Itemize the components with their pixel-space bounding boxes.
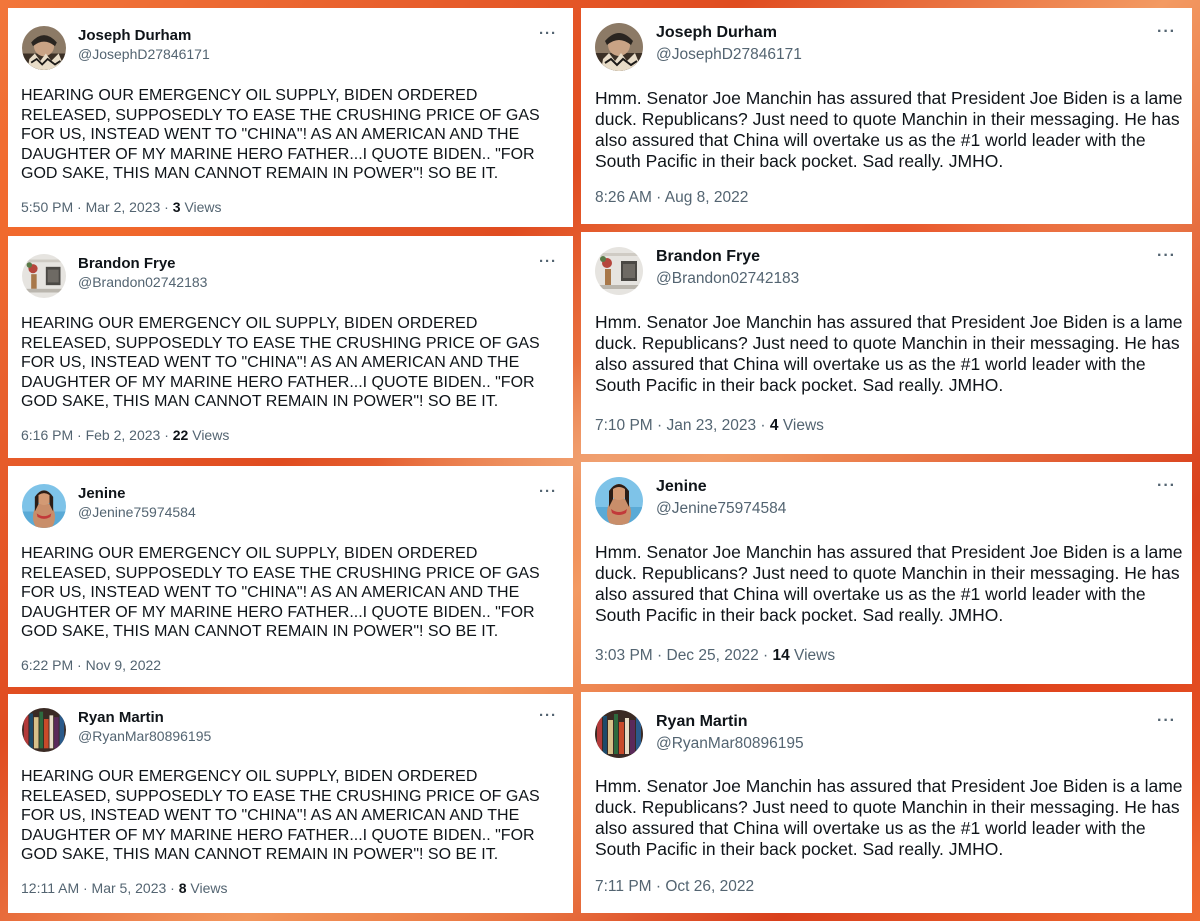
more-options-icon[interactable]: ··· [539,484,557,499]
timestamp[interactable]: 7:10 PM · Jan 23, 2023 · [595,417,770,434]
more-options-icon[interactable]: ··· [539,708,557,723]
display-name[interactable]: Joseph Durham [656,24,777,42]
avatar[interactable] [595,477,643,525]
user-handle[interactable]: @RyanMar80896195 [78,728,211,744]
tweet-card[interactable]: Brandon Frye @Brandon02742183 ··· Hmm. S… [581,232,1192,454]
display-name[interactable]: Brandon Frye [656,248,760,266]
avatar[interactable] [22,254,66,298]
tweet-card[interactable]: Jenine @Jenine75974584 ··· Hmm. Senator … [581,462,1192,684]
meta-separator: · [160,427,173,443]
views-label: Views [184,199,222,215]
tweet-meta: 5:50 PM · Mar 2, 2023 · 3 Views [21,199,222,215]
tweet-meta: 7:10 PM · Jan 23, 2023 · 4 Views [595,417,824,435]
tweet-meta: 12:11 AM · Mar 5, 2023 · 8 Views [21,880,228,896]
tweet-text: Hmm. Senator Joe Manchin has assured tha… [595,776,1183,859]
display-name[interactable]: Ryan Martin [656,713,748,731]
display-name[interactable]: Jenine [78,485,126,502]
views-count: 8 [178,880,187,896]
tweet-card[interactable]: Ryan Martin @RyanMar80896195 ··· HEARING… [8,694,573,913]
user-handle[interactable]: @Jenine75974584 [656,500,786,518]
more-options-icon[interactable]: ··· [1157,248,1176,264]
more-options-icon[interactable]: ··· [1157,713,1176,729]
more-options-icon[interactable]: ··· [1157,478,1176,494]
tweet-card[interactable]: Ryan Martin @RyanMar80896195 ··· Hmm. Se… [581,692,1192,913]
user-handle[interactable]: @Brandon02742183 [656,270,799,288]
more-options-icon[interactable]: ··· [539,26,557,41]
meta-separator: · [160,199,173,215]
user-handle[interactable]: @JosephD27846171 [656,46,802,64]
tweet-text: HEARING OUR EMERGENCY OIL SUPPLY, BIDEN … [21,87,540,182]
views-label: Views [192,427,230,443]
timestamp[interactable]: 5:50 PM · Mar 2, 2023 [21,199,160,215]
tweet-card[interactable]: Brandon Frye @Brandon02742183 ··· HEARIN… [8,236,573,458]
avatar[interactable] [22,484,66,528]
tweet-meta: 8:26 AM · Aug 8, 2022 [595,189,748,207]
tweet-meta: 6:16 PM · Feb 2, 2023 · 22 Views [21,427,229,443]
display-name[interactable]: Joseph Durham [78,27,191,44]
tweet-text: Hmm. Senator Joe Manchin has assured tha… [595,88,1183,171]
display-name[interactable]: Ryan Martin [78,709,164,726]
tweet-meta: 6:22 PM · Nov 9, 2022 [21,657,161,673]
user-handle[interactable]: @Jenine75974584 [78,504,196,520]
views-count: 14 [772,647,790,664]
avatar[interactable] [22,26,66,70]
meta-separator: · [166,880,179,896]
avatar[interactable] [22,708,66,752]
views-label: Views [190,880,228,896]
tweet-text: HEARING OUR EMERGENCY OIL SUPPLY, BIDEN … [21,315,540,410]
tweet-meta: 7:11 PM · Oct 26, 2022 [595,878,754,896]
display-name[interactable]: Jenine [656,478,707,496]
views-label: Views [794,647,836,664]
avatar[interactable] [595,247,643,295]
user-handle[interactable]: @JosephD27846171 [78,46,210,62]
tweet-card[interactable]: Joseph Durham @JosephD27846171 ··· Hmm. … [581,8,1192,224]
timestamp[interactable]: 8:26 AM · Aug 8, 2022 [595,189,748,206]
tweet-card[interactable]: Joseph Durham @JosephD27846171 ··· HEARI… [8,8,573,227]
avatar[interactable] [595,710,643,758]
tweet-text: HEARING OUR EMERGENCY OIL SUPPLY, BIDEN … [21,768,540,863]
tweet-text: Hmm. Senator Joe Manchin has assured tha… [595,542,1183,625]
timestamp[interactable]: 12:11 AM · Mar 5, 2023 [21,880,166,896]
views-label: Views [782,417,824,434]
timestamp[interactable]: 7:11 PM · Oct 26, 2022 [595,878,754,895]
display-name[interactable]: Brandon Frye [78,255,176,272]
views-count: 3 [172,199,181,215]
more-options-icon[interactable]: ··· [539,254,557,269]
tweet-meta: 3:03 PM · Dec 25, 2022 · 14 Views [595,647,835,665]
timestamp[interactable]: 6:22 PM · Nov 9, 2022 [21,657,161,673]
user-handle[interactable]: @Brandon02742183 [78,274,207,290]
views-count: 22 [172,427,189,443]
tweet-text: Hmm. Senator Joe Manchin has assured tha… [595,312,1183,395]
tweet-card[interactable]: Jenine @Jenine75974584 ··· HEARING OUR E… [8,466,573,687]
tweet-text: HEARING OUR EMERGENCY OIL SUPPLY, BIDEN … [21,545,540,640]
timestamp[interactable]: 6:16 PM · Feb 2, 2023 [21,427,160,443]
views-count: 4 [769,417,779,434]
avatar[interactable] [595,23,643,71]
more-options-icon[interactable]: ··· [1157,24,1176,40]
timestamp[interactable]: 3:03 PM · Dec 25, 2022 · [595,647,772,664]
user-handle[interactable]: @RyanMar80896195 [656,735,804,753]
